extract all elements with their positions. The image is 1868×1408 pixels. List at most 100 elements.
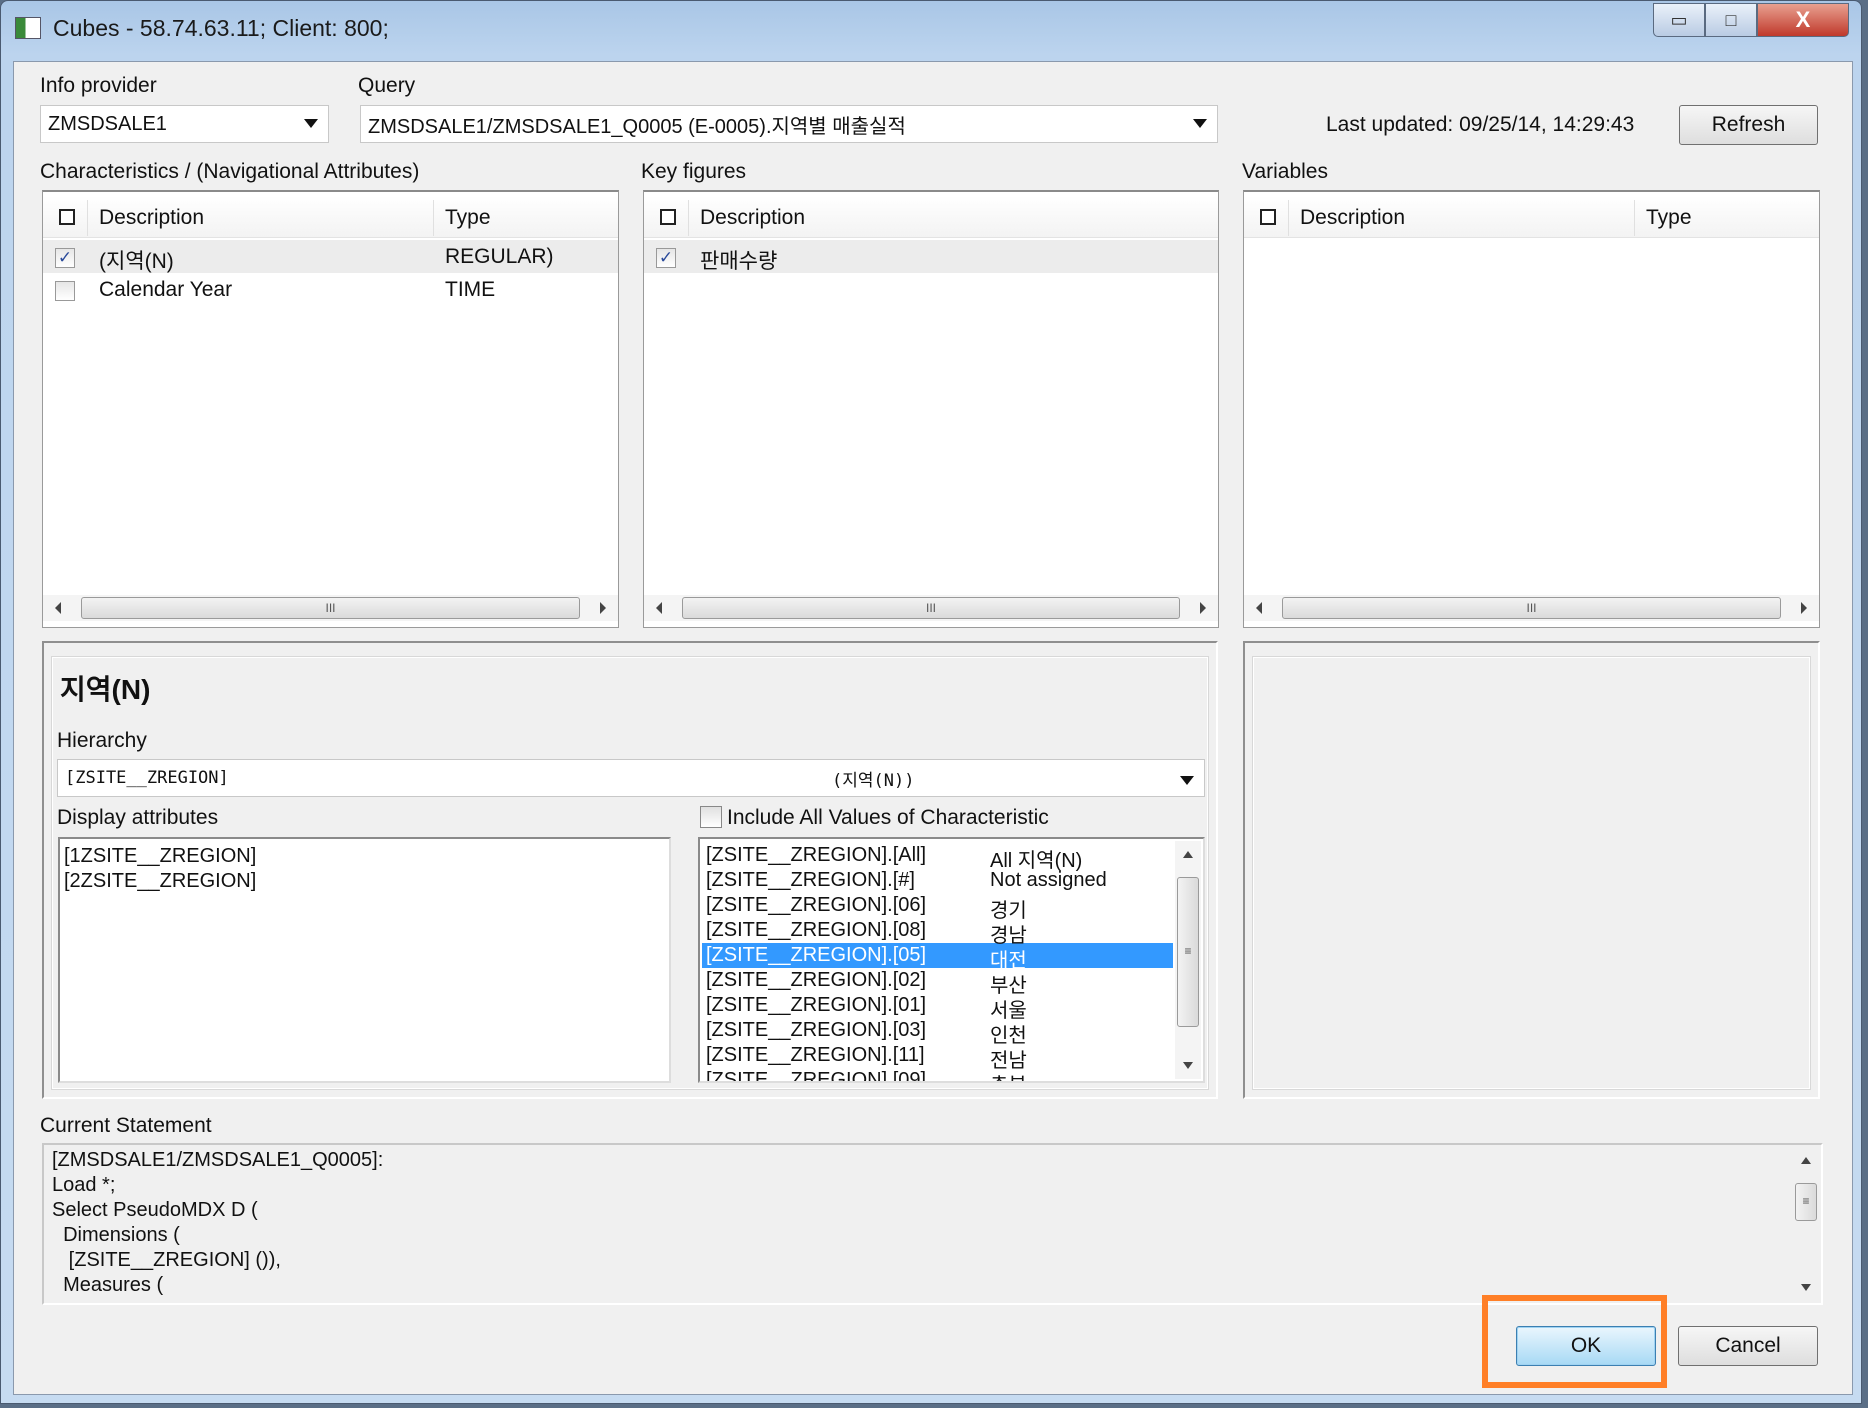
value-key: [ZSITE__ZREGION].[#] — [706, 869, 915, 891]
title-bar[interactable]: Cubes - 58.74.63.11; Client: 800; ▭ □ X — [1, 1, 1863, 57]
close-icon: X — [1795, 7, 1811, 32]
table-row[interactable]: Calendar Year TIME — [43, 273, 618, 306]
vertical-scrollbar[interactable]: ≡ — [1175, 841, 1201, 1079]
scroll-thumb[interactable]: III — [81, 597, 580, 619]
value-key: [ZSITE__ZREGION].[02] — [706, 969, 927, 991]
row-checkbox-checked[interactable]: ✓ — [656, 248, 676, 268]
cancel-button[interactable]: Cancel — [1678, 1326, 1818, 1366]
scroll-down-icon[interactable] — [1183, 1062, 1193, 1069]
column-header-description[interactable]: Description — [700, 206, 805, 230]
list-item[interactable]: [ZSITE__ZREGION].[08] 경남 — [702, 918, 1173, 947]
list-item[interactable]: [ZSITE__ZREGION].[01] 서울 — [702, 993, 1173, 1022]
scroll-left-icon[interactable] — [656, 602, 662, 614]
list-item[interactable]: [ZSITE__ZREGION].[09]충북 — [702, 1068, 1173, 1083]
info-provider-value: ZMSDSALE1 — [48, 112, 167, 135]
value-text: 대전 — [990, 950, 1027, 972]
scroll-right-icon[interactable] — [600, 602, 606, 614]
statement-line: Load *; — [52, 1174, 116, 1196]
table-row[interactable]: ✓ (지역(N) REGULAR) — [43, 240, 618, 273]
hierarchy-value: [ZSITE__ZREGION] — [65, 768, 229, 788]
info-provider-combo[interactable]: ZMSDSALE1 — [40, 105, 329, 143]
list-item[interactable]: [ZSITE__ZREGION].[06] 경기 — [702, 893, 1173, 922]
scroll-thumb[interactable]: III — [682, 597, 1180, 619]
grid-header: Description Type — [43, 196, 618, 238]
minimize-button[interactable]: ▭ — [1653, 3, 1705, 37]
scroll-left-icon[interactable] — [55, 602, 61, 614]
value-key: [ZSITE__ZREGION].[01] — [706, 994, 927, 1016]
hierarchy-combo[interactable]: [ZSITE__ZREGION] (지역(N)) — [57, 759, 1205, 797]
hierarchy-label: Hierarchy — [57, 729, 147, 752]
select-all-checkbox[interactable] — [1260, 209, 1276, 225]
column-header-type[interactable]: Type — [1646, 206, 1692, 230]
display-attributes-label: Display attributes — [57, 806, 219, 829]
side-panel — [1243, 641, 1820, 1099]
column-header-type[interactable]: Type — [445, 206, 491, 230]
app-icon — [15, 17, 41, 39]
list-item[interactable]: [2ZSITE__ZREGION] — [64, 870, 256, 895]
list-item[interactable]: [ZSITE__ZREGION].[02] 부산 — [702, 968, 1173, 997]
chevron-down-icon — [1193, 119, 1207, 128]
close-button[interactable]: X — [1757, 3, 1849, 37]
row-checkbox[interactable] — [55, 281, 75, 301]
horizontal-scrollbar[interactable]: III — [1244, 595, 1819, 621]
scroll-thumb[interactable]: ≡ — [1177, 877, 1199, 1027]
value-key: [ZSITE__ZREGION].[08] — [706, 919, 927, 941]
list-item[interactable]: [ZSITE__ZREGION].[11] 전남 — [702, 1043, 1173, 1072]
query-combo[interactable]: ZMSDSALE1/ZMSDSALE1_Q0005 (E-0005).지역별 매… — [360, 105, 1218, 143]
key-figures-label: Key figures — [641, 160, 747, 183]
scroll-up-icon[interactable] — [1801, 1157, 1811, 1164]
list-item[interactable]: [ZSITE__ZREGION].[#] Not assigned — [702, 868, 1173, 893]
include-all-values-label[interactable]: Include All Values of Characteristic — [727, 806, 1049, 830]
minimize-icon: ▭ — [1670, 9, 1688, 30]
value-key: [ZSITE__ZREGION].[11] — [706, 1044, 925, 1066]
chevron-down-icon — [1180, 776, 1194, 785]
vertical-scrollbar[interactable]: ≡ — [1793, 1147, 1819, 1301]
row-description: Calendar Year — [99, 278, 233, 301]
value-key: [ZSITE__ZREGION].[05] — [706, 944, 927, 966]
value-text: 부산 — [990, 975, 1027, 997]
characteristics-grid: Description Type ✓ (지역(N) REGULAR) Calen… — [42, 190, 619, 628]
value-text: 인천 — [990, 1025, 1027, 1047]
scroll-up-icon[interactable] — [1183, 851, 1193, 858]
value-text: 서울 — [990, 1000, 1027, 1022]
value-text: 경남 — [990, 925, 1027, 947]
value-key: [ZSITE__ZREGION].[09] — [706, 1069, 927, 1083]
select-all-checkbox[interactable] — [59, 209, 75, 225]
row-checkbox-checked[interactable]: ✓ — [55, 248, 75, 268]
value-key: [ZSITE__ZREGION].[06] — [706, 894, 927, 916]
include-all-values-checkbox[interactable] — [700, 806, 722, 828]
key-figures-grid: Description ✓ 판매수량 III — [643, 190, 1219, 628]
scroll-right-icon[interactable] — [1801, 602, 1807, 614]
ok-button[interactable]: OK — [1516, 1326, 1656, 1366]
list-item[interactable]: [ZSITE__ZREGION].[All] All 지역(N) — [702, 843, 1173, 872]
characteristic-values-list[interactable]: [ZSITE__ZREGION].[09]충북[ZSITE__ZREGION].… — [698, 837, 1205, 1083]
statement-line: Select PseudoMDX D ( — [52, 1199, 258, 1221]
display-attributes-list[interactable]: [1ZSITE__ZREGION] [2ZSITE__ZREGION] — [58, 837, 671, 1083]
horizontal-scrollbar[interactable]: III — [644, 595, 1218, 621]
characteristics-label: Characteristics / (Navigational Attribut… — [40, 160, 420, 183]
scroll-down-icon[interactable] — [1801, 1284, 1811, 1291]
scroll-right-icon[interactable] — [1200, 602, 1206, 614]
query-value: ZMSDSALE1/ZMSDSALE1_Q0005 (E-0005).지역별 매… — [368, 115, 906, 138]
refresh-button[interactable]: Refresh — [1679, 105, 1818, 145]
horizontal-scrollbar[interactable]: III — [43, 595, 618, 621]
scroll-thumb[interactable]: ≡ — [1795, 1183, 1817, 1221]
scroll-thumb[interactable]: III — [1282, 597, 1781, 619]
current-statement-text[interactable]: ≡ [ZMSDSALE1/ZMSDSALE1_Q0005]: Load *; Sel… — [42, 1143, 1823, 1305]
row-type: REGULAR) — [445, 245, 554, 268]
table-row[interactable]: ✓ 판매수량 — [644, 240, 1218, 273]
value-text: All 지역(N) — [990, 850, 1083, 872]
scroll-left-icon[interactable] — [1256, 602, 1262, 614]
statement-line: [ZSITE__ZREGION] ()), — [52, 1249, 281, 1271]
list-item[interactable]: [ZSITE__ZREGION].[05] 대전 — [702, 943, 1173, 972]
maximize-button[interactable]: □ — [1705, 3, 1757, 37]
row-description: (지역(N) — [99, 250, 174, 273]
info-provider-label: Info provider — [40, 74, 157, 97]
select-all-checkbox[interactable] — [660, 209, 676, 225]
variables-label: Variables — [1242, 160, 1328, 183]
list-item[interactable]: [1ZSITE__ZREGION] — [64, 845, 256, 870]
column-header-description[interactable]: Description — [1300, 206, 1405, 230]
statement-line: [ZMSDSALE1/ZMSDSALE1_Q0005]: — [52, 1149, 384, 1171]
column-header-description[interactable]: Description — [99, 206, 204, 230]
list-item[interactable]: [ZSITE__ZREGION].[03] 인천 — [702, 1018, 1173, 1047]
